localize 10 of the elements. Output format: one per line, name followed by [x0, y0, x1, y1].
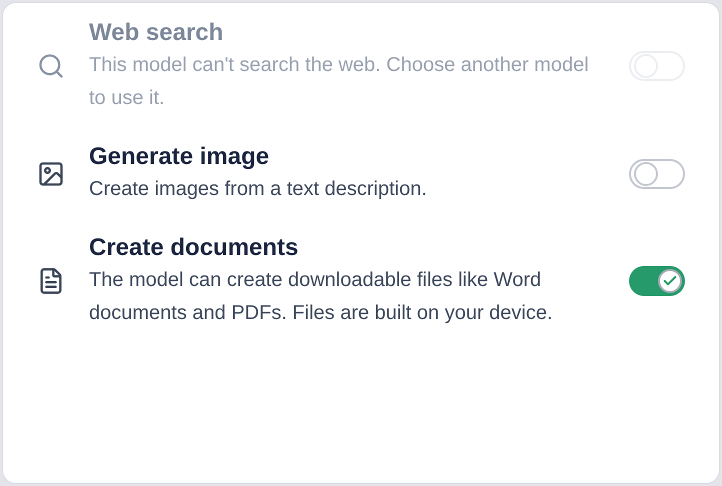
- tool-description: This model can't search the web. Choose another model to use it.: [89, 53, 590, 111]
- tool-title: Create documents: [89, 233, 300, 263]
- toggle-switch[interactable]: [629, 266, 685, 296]
- tool-description: Create images from a text description.: [89, 177, 428, 202]
- tool-description: The model can create downloadable files like Word documents and PDFs. Files are built on your device.: [89, 268, 554, 326]
- search-icon: [37, 52, 65, 80]
- toggle-switch[interactable]: [629, 158, 685, 188]
- tool-title: Web search: [89, 18, 224, 48]
- tool-title: Generate image: [89, 142, 270, 172]
- image-icon: [37, 160, 65, 188]
